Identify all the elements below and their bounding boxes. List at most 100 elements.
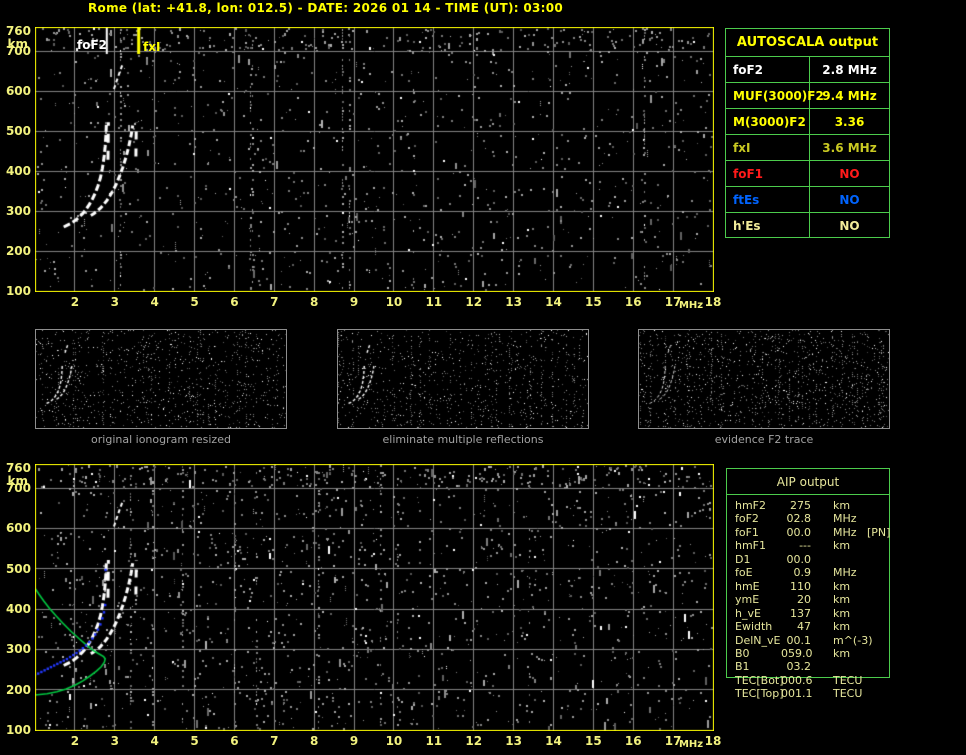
aip-parameter-value: 001.1 bbox=[781, 687, 813, 701]
aip-parameter-unit: MHz bbox=[833, 566, 857, 580]
thumbnail-f2-canvas bbox=[639, 330, 889, 428]
x-tick-label: 4 bbox=[150, 295, 159, 309]
fxi-marker-label: fxI bbox=[143, 40, 161, 54]
autoscala-row-fxi: fxI 3.6 MHz bbox=[726, 135, 889, 161]
x-tick-label: 7 bbox=[270, 295, 279, 309]
aip-parameter-value: 02.8 bbox=[786, 512, 812, 526]
autoscala-parameter-value: 2.8 MHz bbox=[822, 62, 877, 77]
aip-parameter-label: hmE bbox=[735, 579, 760, 593]
autoscala-parameter-label: fxI bbox=[726, 135, 810, 160]
aip-parameter-label: hmF2 bbox=[735, 499, 767, 512]
aip-row-hve: h_vE 137 km bbox=[735, 607, 889, 620]
autoscala-parameter-value: NO bbox=[839, 192, 860, 207]
aip-parameter-label: D1 bbox=[735, 552, 751, 566]
aip-parameter-label: TEC[Bot] bbox=[735, 673, 784, 687]
autoscala-parameter-value: 9.4 MHz bbox=[822, 88, 877, 103]
autoscaled-ionogram-plot bbox=[35, 27, 714, 292]
y-tick-label: 700 bbox=[5, 44, 31, 58]
x-tick-label: 2 bbox=[70, 734, 80, 748]
aip-row-d1: D1 00.0 bbox=[735, 553, 889, 566]
x-axis-unit-label: MHz bbox=[678, 739, 704, 750]
aip-table-rows: hmF2 275 km foF2 02.8 MHz foF1 00.0 MHz [PN] hmF1 -… bbox=[727, 495, 890, 701]
aip-parameter-unit: km bbox=[833, 606, 851, 620]
x-tick-label: 9 bbox=[349, 295, 359, 309]
autoscala-row-hes: h'Es NO bbox=[726, 213, 889, 238]
y-tick-label: 500 bbox=[5, 561, 31, 576]
x-tick-label: 6 bbox=[230, 734, 239, 748]
aip-parameter-unit: MHz bbox=[833, 525, 857, 539]
x-tick-label: 8 bbox=[309, 295, 319, 309]
autoscala-row-muf3000f2: MUF(3000)F2 9.4 MHz bbox=[726, 83, 889, 109]
autoscala-row-ftes: ftEs NO bbox=[726, 187, 889, 213]
x-tick-label: 6 bbox=[230, 295, 239, 309]
autoscala-parameter-label: MUF(3000)F2 bbox=[726, 83, 824, 108]
x-tick-label: 15 bbox=[584, 295, 602, 309]
aip-parameter-unit: TECU bbox=[833, 687, 863, 701]
autoscala-output-table: AUTOSCALA output foF2 2.8 MHz MUF(3000)F2 9… bbox=[725, 28, 890, 238]
aip-table-header: AIP output bbox=[727, 469, 889, 495]
x-tick-label: 16 bbox=[624, 734, 642, 748]
profile-ionogram-plot bbox=[35, 464, 714, 731]
autoscala-table-header: AUTOSCALA output bbox=[726, 29, 889, 57]
aip-parameter-label: foF1 bbox=[735, 525, 759, 539]
aip-parameter-unit: km bbox=[833, 499, 851, 512]
thumbnail-f2-trace bbox=[638, 329, 890, 429]
x-tick-label: 11 bbox=[425, 734, 443, 748]
autoscala-parameter-value: NO bbox=[839, 218, 860, 233]
autoscala-parameter-label: foF2 bbox=[726, 57, 810, 82]
x-tick-label: 10 bbox=[385, 295, 403, 309]
autoscala-parameter-label: foF1 bbox=[726, 161, 810, 186]
aip-parameter-label: B1 bbox=[735, 660, 750, 674]
y-tick-label: 200 bbox=[5, 244, 31, 258]
aip-parameter-label: h_vE bbox=[735, 606, 761, 620]
x-tick-label: 3 bbox=[110, 734, 119, 748]
thumbnail-original-canvas bbox=[36, 330, 286, 428]
autoscala-row-m3000f2: M(3000)F2 3.36 bbox=[726, 109, 889, 135]
aip-row-yme: ymE 20 km bbox=[735, 593, 889, 606]
x-tick-label: 16 bbox=[624, 295, 642, 309]
aip-row-b1: B1 03.2 bbox=[735, 660, 889, 673]
aip-parameter-label: B0 bbox=[735, 646, 750, 660]
thumbnail-original-ionogram bbox=[35, 329, 287, 429]
aip-row-delnve: DelN_vE 00.1 m^(-3) bbox=[735, 634, 889, 647]
autoscala-parameter-label: h'Es bbox=[726, 213, 810, 238]
aip-row-hmf2: hmF2 275 km bbox=[735, 499, 889, 512]
x-tick-label: 7 bbox=[270, 734, 279, 748]
thumbnail-caption-f2-trace: evidence F2 trace bbox=[714, 433, 814, 446]
x-tick-label: 13 bbox=[505, 295, 522, 309]
aip-parameter-value: 137 bbox=[790, 606, 811, 620]
aip-row-hmf1: hmF1 --- km bbox=[735, 539, 889, 552]
aip-parameter-unit: MHz bbox=[833, 512, 857, 526]
x-tick-label: 5 bbox=[190, 295, 199, 309]
aip-parameter-value: 275 bbox=[790, 499, 811, 512]
fof2-marker-label: foF2 bbox=[77, 38, 108, 52]
aip-parameter-value: 110 bbox=[790, 579, 811, 593]
y-tick-label: 700 bbox=[5, 481, 31, 496]
aip-parameter-value: --- bbox=[799, 539, 811, 553]
y-tick-label: 100 bbox=[5, 284, 31, 298]
aip-parameter-value: 03.2 bbox=[786, 660, 812, 674]
y-tick-label: 600 bbox=[5, 84, 31, 98]
aip-parameter-value: 20 bbox=[797, 593, 811, 607]
aip-parameter-value: 00.0 bbox=[786, 552, 812, 566]
aip-row-b0: B0 059.0 km bbox=[735, 647, 889, 660]
thumbnail-reflections-canvas bbox=[338, 330, 588, 428]
aip-parameter-value: 47 bbox=[797, 620, 811, 634]
x-tick-label: 3 bbox=[110, 295, 119, 309]
x-tick-label: 15 bbox=[584, 734, 602, 748]
thumbnail-caption-original: original ionogram resized bbox=[91, 433, 231, 446]
y-tick-label: 600 bbox=[5, 521, 31, 536]
aip-parameter-unit: km bbox=[833, 539, 851, 553]
aip-parameter-value: 000.6 bbox=[781, 673, 813, 687]
aip-parameter-label: hmF1 bbox=[735, 539, 767, 553]
x-tick-label: 12 bbox=[465, 295, 483, 309]
x-tick-label: 14 bbox=[545, 295, 562, 309]
aip-parameter-label: foE bbox=[735, 566, 753, 580]
y-tick-label: 200 bbox=[5, 682, 31, 697]
x-tick-label: 12 bbox=[465, 734, 483, 748]
x-tick-label: 10 bbox=[385, 734, 403, 748]
aip-row-hme: hmE 110 km bbox=[735, 580, 889, 593]
aip-parameter-label: Ewidth bbox=[735, 620, 773, 634]
aip-parameter-value: 00.1 bbox=[786, 633, 812, 647]
thumbnail-caption-reflections: eliminate multiple reflections bbox=[382, 433, 544, 446]
